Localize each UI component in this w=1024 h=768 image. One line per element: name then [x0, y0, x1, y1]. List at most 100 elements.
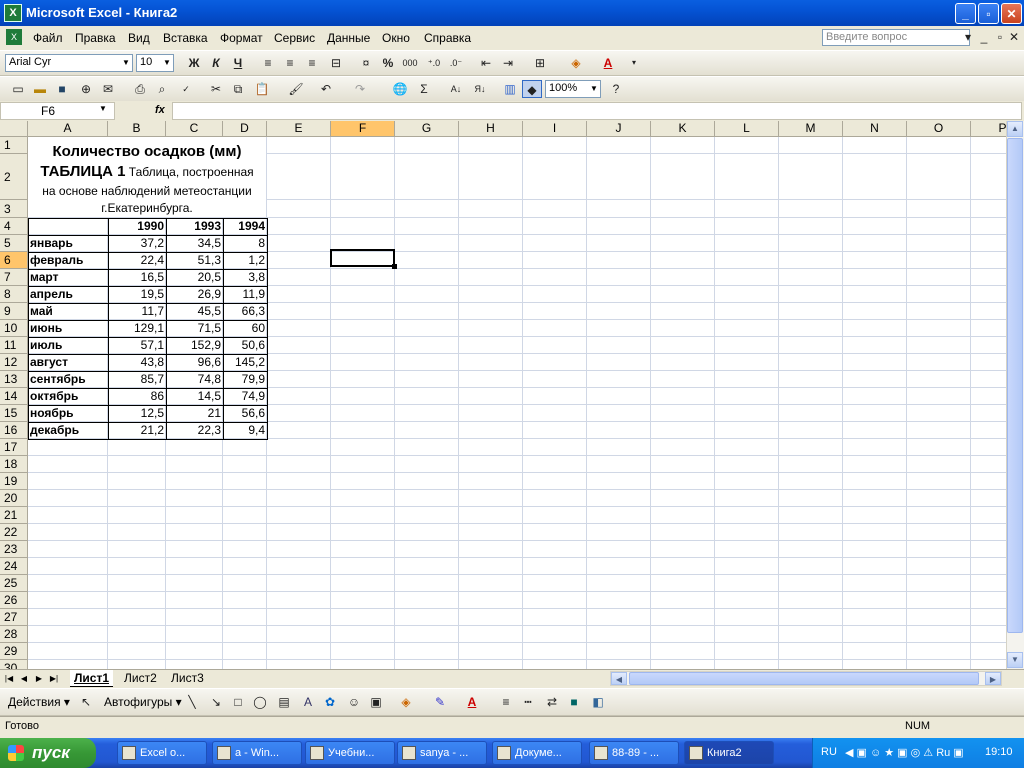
column-header-m[interactable]: M — [779, 121, 843, 137]
sheet-tab-2[interactable]: Лист2 — [120, 670, 161, 686]
function-icon[interactable]: fx — [155, 104, 165, 116]
table-description-3[interactable]: г.Екатеринбурга. — [28, 200, 266, 217]
chevron-down-icon[interactable]: ▼ — [99, 104, 107, 113]
first-sheet-icon[interactable]: |◀ — [3, 672, 15, 685]
chart-wizard-icon[interactable]: ▥ — [500, 80, 520, 98]
select-all-corner[interactable] — [0, 121, 28, 137]
column-header-p[interactable]: P — [971, 121, 1010, 137]
column-header-d[interactable]: D — [223, 121, 267, 137]
permission-icon[interactable]: ⊕ — [76, 80, 96, 98]
taskbar-button[interactable]: sanya - ... — [397, 741, 487, 765]
help-icon[interactable]: ? — [606, 80, 626, 98]
table-description-2[interactable]: на основе наблюдений метеостанции — [28, 182, 266, 201]
menu-view[interactable]: Вид — [128, 31, 150, 45]
fill-color-icon[interactable]: ◈ — [566, 54, 586, 72]
textbox-icon[interactable]: ▤ — [274, 693, 294, 711]
column-header-n[interactable]: N — [843, 121, 907, 137]
draw-font-color-icon[interactable]: A — [462, 693, 482, 711]
print-preview-icon[interactable]: ⌕ — [152, 80, 172, 98]
select-objects-icon[interactable]: ↖ — [76, 693, 96, 711]
decrease-decimal-icon[interactable]: .0⁻ — [446, 54, 466, 72]
menu-help[interactable]: Справка — [424, 31, 471, 45]
percent-button[interactable]: % — [378, 54, 398, 72]
column-header-k[interactable]: K — [651, 121, 715, 137]
font-name-select[interactable]: Arial Cyr ▼ — [5, 54, 133, 72]
row-header-19[interactable]: 19 — [0, 473, 28, 490]
toolbar-options-icon[interactable]: ▾ — [624, 54, 644, 72]
taskbar-button[interactable]: 88-89 - ... — [589, 741, 679, 765]
column-header-o[interactable]: O — [907, 121, 971, 137]
horizontal-scrollbar[interactable]: ◀ ▶ — [610, 671, 1002, 686]
menu-file[interactable]: Файл — [33, 31, 63, 45]
row-header-12[interactable]: 12 — [0, 354, 28, 371]
start-button[interactable]: пуск — [0, 738, 96, 768]
menu-edit[interactable]: Правка — [75, 31, 116, 45]
vertical-scrollbar[interactable]: ▲ ▼ — [1006, 121, 1024, 669]
taskbar-button[interactable]: Excel о... — [117, 741, 207, 765]
row-header-30[interactable]: 30 — [0, 660, 28, 669]
column-header-i[interactable]: I — [523, 121, 587, 137]
row-header-10[interactable]: 10 — [0, 320, 28, 337]
column-header-b[interactable]: B — [108, 121, 166, 137]
row-header-15[interactable]: 15 — [0, 405, 28, 422]
diagram-icon[interactable]: ✿ — [320, 693, 340, 711]
column-header-e[interactable]: E — [267, 121, 331, 137]
row-header-25[interactable]: 25 — [0, 575, 28, 592]
prev-sheet-icon[interactable]: ◀ — [18, 672, 30, 685]
scroll-up-icon[interactable]: ▲ — [1007, 121, 1023, 137]
cut-icon[interactable]: ✂ — [206, 80, 226, 98]
align-right-icon[interactable]: ≡ — [302, 54, 322, 72]
restore-button[interactable]: ▫ — [978, 3, 999, 24]
dash-style-icon[interactable]: ┅ — [518, 693, 538, 711]
column-header-a[interactable]: A — [28, 121, 108, 137]
row-header-7[interactable]: 7 — [0, 269, 28, 286]
column-header-c[interactable]: C — [166, 121, 223, 137]
decrease-indent-icon[interactable]: ⇤ — [476, 54, 496, 72]
column-header-j[interactable]: J — [587, 121, 651, 137]
help-search-input[interactable]: Введите вопрос — [822, 29, 970, 46]
column-header-f[interactable]: F — [331, 121, 395, 137]
sheet-tab-1[interactable]: Лист1 — [70, 670, 114, 687]
autoshapes-menu[interactable]: Автофигуры ▾ — [104, 695, 182, 709]
formula-input[interactable] — [172, 102, 1022, 120]
minimize-button[interactable]: _ — [955, 3, 976, 24]
zoom-select[interactable]: 100% ▼ — [545, 80, 601, 98]
spelling-icon[interactable]: ✓ — [176, 80, 196, 98]
tray-icons[interactable]: ◀ ▣ ☺ ★ ▣ ◎ ⚠ Ru ▣ — [845, 746, 964, 759]
column-header-h[interactable]: H — [459, 121, 523, 137]
row-header-21[interactable]: 21 — [0, 507, 28, 524]
shadow-icon[interactable]: ■ — [564, 693, 584, 711]
spreadsheet-grid[interactable]: ABCDEFGHIJKLMNOP 1 2 3 4 5 6 7 8 9 10 11 12 13 14 15 16… — [0, 121, 1010, 669]
row-header-28[interactable]: 28 — [0, 626, 28, 643]
draw-actions-menu[interactable]: Действия ▾ — [8, 695, 70, 709]
3d-style-icon[interactable]: ◧ — [588, 693, 608, 711]
thousands-separator-button[interactable]: 000 — [400, 54, 420, 72]
redo-icon[interactable]: ↷ — [350, 80, 370, 98]
menu-format[interactable]: Формат — [220, 31, 263, 45]
row-header-13[interactable]: 13 — [0, 371, 28, 388]
sheet-tab-3[interactable]: Лист3 — [167, 670, 208, 686]
drawing-toggle-icon[interactable]: ◆ — [522, 80, 542, 98]
undo-icon[interactable]: ↶ — [316, 80, 336, 98]
language-indicator[interactable]: RU — [821, 746, 837, 758]
row-header-8[interactable]: 8 — [0, 286, 28, 303]
menu-insert[interactable]: Вставка — [163, 31, 208, 45]
taskbar-button[interactable]: Докуме... — [492, 741, 582, 765]
row-header-24[interactable]: 24 — [0, 558, 28, 575]
increase-decimal-icon[interactable]: ⁺.0 — [424, 54, 444, 72]
row-header-6[interactable]: 6 — [0, 252, 28, 269]
open-folder-icon[interactable]: ▬ — [30, 80, 50, 98]
increase-indent-icon[interactable]: ⇥ — [498, 54, 518, 72]
row-header-27[interactable]: 27 — [0, 609, 28, 626]
last-sheet-icon[interactable]: ▶| — [48, 672, 60, 685]
excel-app-icon[interactable]: X — [4, 4, 22, 22]
underline-button[interactable]: Ч — [228, 54, 248, 72]
oval-icon[interactable]: ◯ — [250, 693, 270, 711]
row-header-9[interactable]: 9 — [0, 303, 28, 320]
wordart-icon[interactable]: A — [298, 693, 318, 711]
row-header-14[interactable]: 14 — [0, 388, 28, 405]
name-box[interactable]: F6 ▼ — [0, 102, 115, 120]
align-left-icon[interactable]: ≡ — [258, 54, 278, 72]
currency-icon[interactable]: ¤ — [356, 54, 376, 72]
row-header-29[interactable]: 29 — [0, 643, 28, 660]
